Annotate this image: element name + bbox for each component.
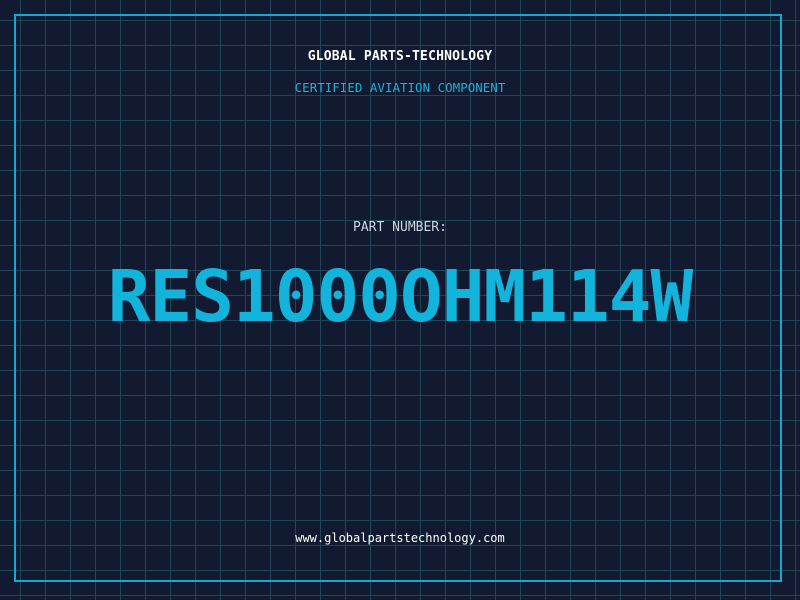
certification-subtitle: CERTIFIED AVIATION COMPONENT xyxy=(294,80,506,95)
website-url[interactable]: www.globalpartstechnology.com xyxy=(0,531,800,545)
company-name: GLOBAL PARTS-TECHNOLOGY xyxy=(307,49,493,64)
part-card: GLOBAL PARTS-TECHNOLOGY CERTIFIED AVIATI… xyxy=(0,0,800,600)
part-number-label: PART NUMBER: xyxy=(353,220,447,235)
part-number-value: RES1000OHM114W xyxy=(107,255,693,338)
